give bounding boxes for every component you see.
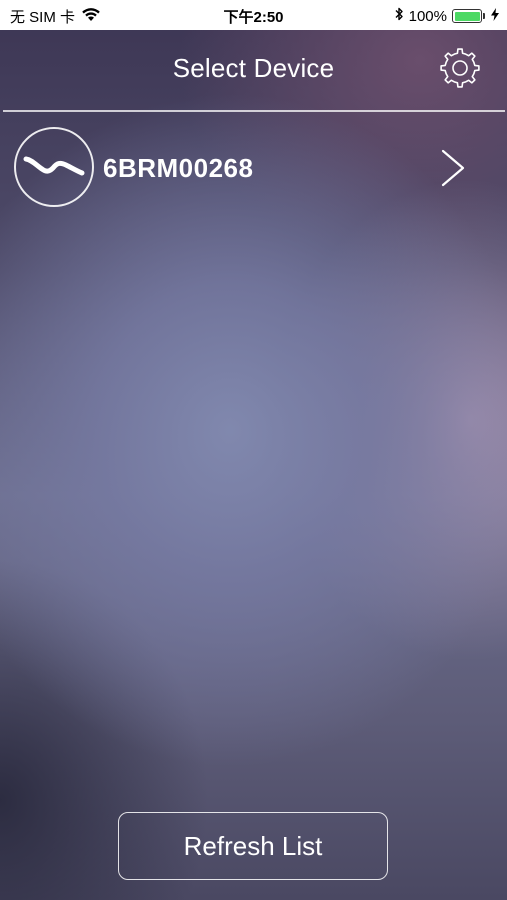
device-name: 6BRM00268: [103, 153, 254, 183]
page-title: Select Device: [172, 53, 335, 83]
gear-icon: [440, 48, 480, 88]
device-list-item[interactable]: 6BRM00268: [0, 126, 507, 212]
battery-fill: [454, 11, 480, 21]
status-right: 100%: [394, 6, 499, 26]
settings-button[interactable]: [438, 46, 482, 90]
status-bar: 无 SIM 卡 下午2:50 100%: [0, 0, 507, 30]
battery-icon: [452, 9, 485, 23]
charging-bolt-icon: [491, 7, 499, 25]
adjustable-bed-icon: [14, 127, 94, 207]
chevron-right-icon: [438, 148, 468, 193]
refresh-list-button[interactable]: Refresh List: [118, 812, 388, 880]
battery-percent: 100%: [408, 7, 447, 25]
bluetooth-icon: [394, 6, 404, 26]
select-device-screen: 无 SIM 卡 下午2:50 100% Select Device 6BRM00…: [0, 0, 507, 900]
header-divider: [3, 110, 505, 112]
